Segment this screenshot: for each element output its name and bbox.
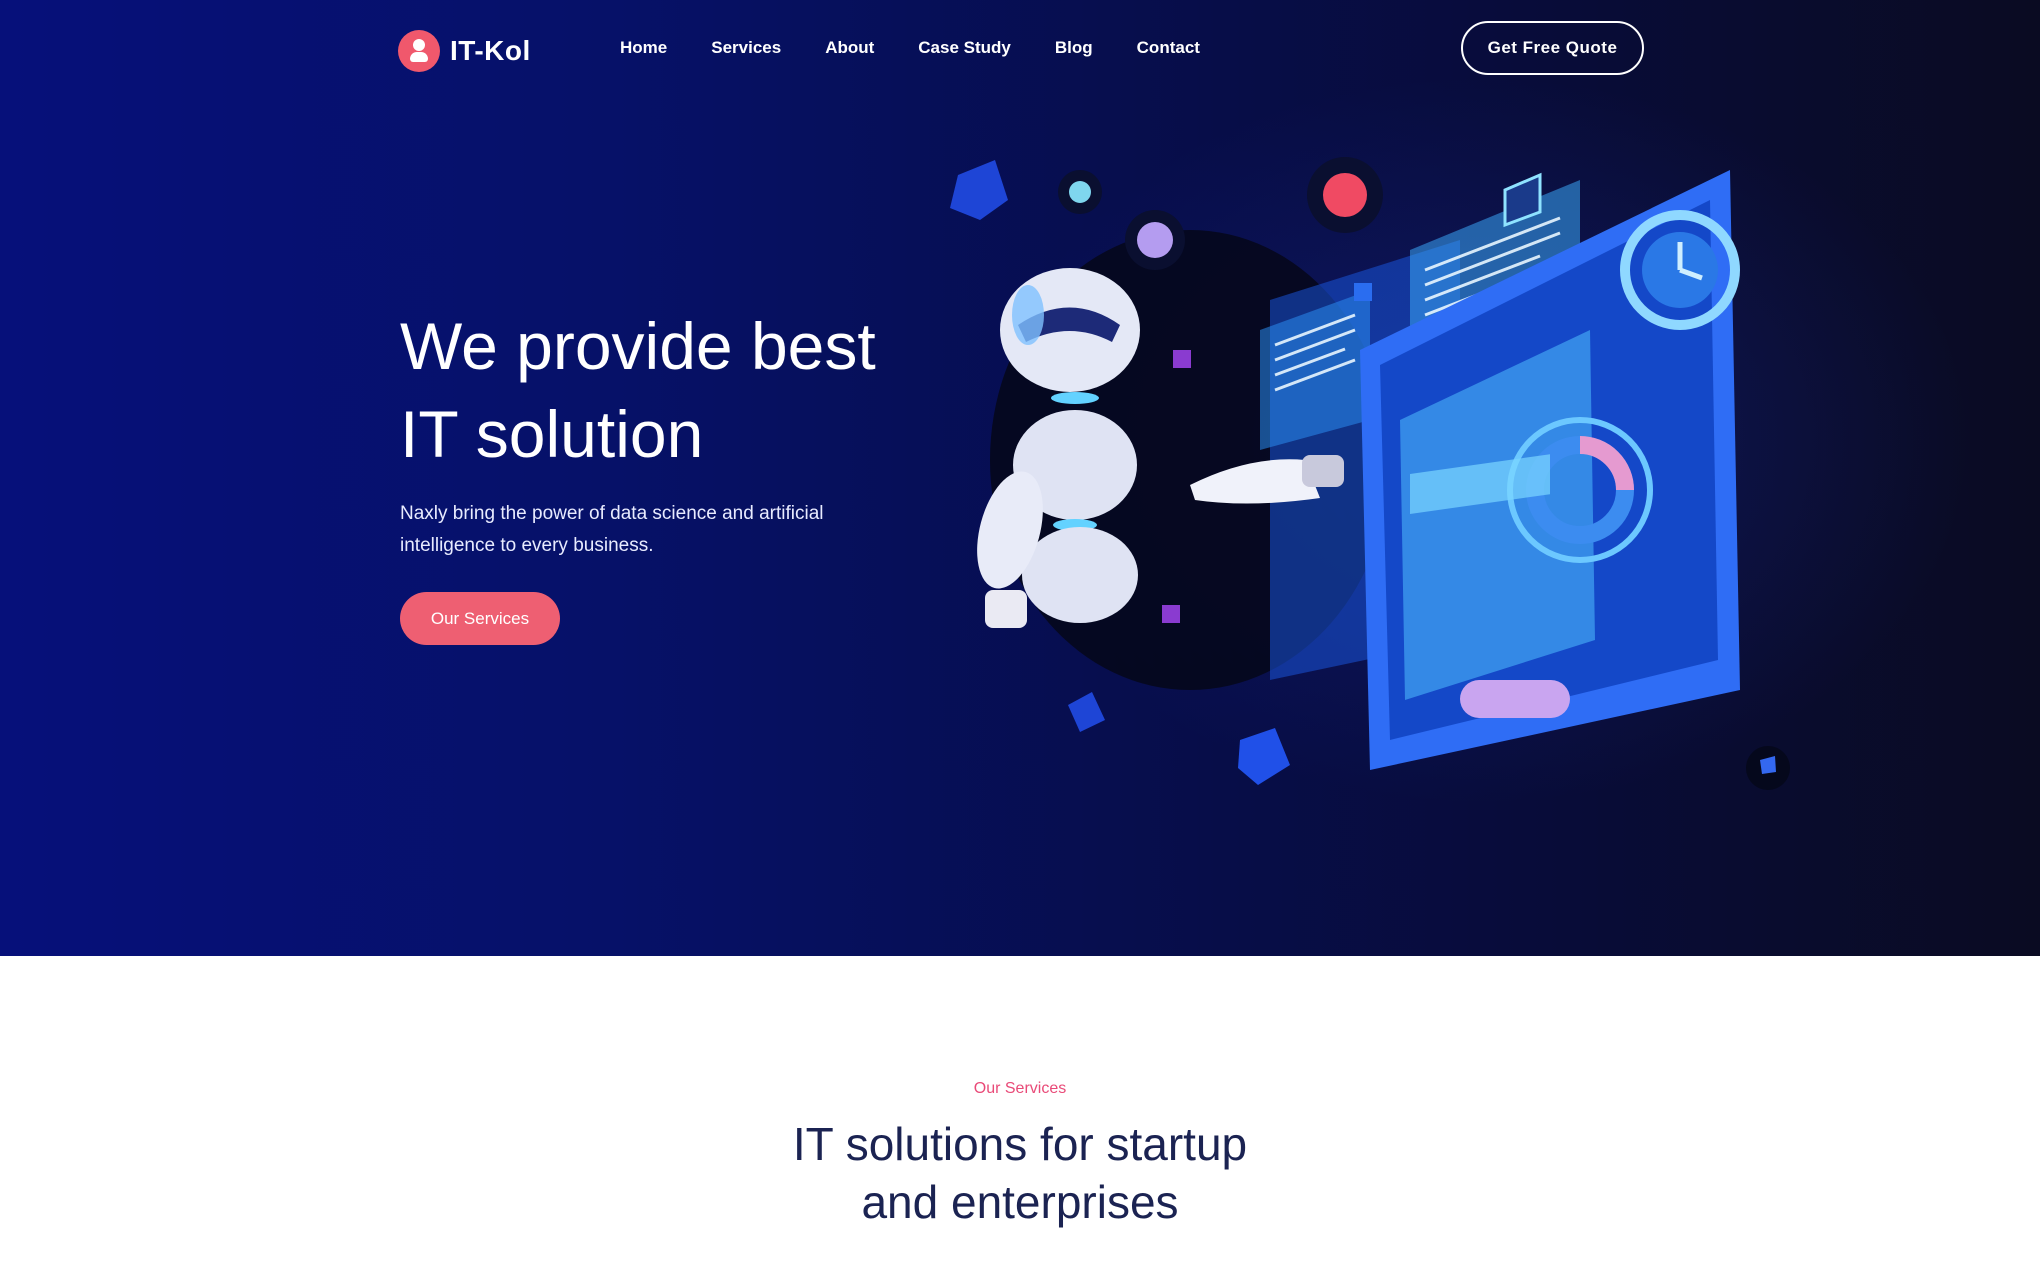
- nav-item-case-study[interactable]: Case Study: [918, 38, 1011, 58]
- brand-name: IT-Kol: [450, 35, 531, 66]
- purple-orb-core: [1137, 222, 1173, 258]
- logo[interactable]: IT-Kol: [398, 30, 531, 72]
- x-badge-icon-lower: [1162, 605, 1180, 623]
- top-navigation: IT-Kol Home Services About Case Study Bl…: [0, 0, 2040, 100]
- section-tag: Our Services: [973, 1080, 1067, 1097]
- x-badge-icon: [1173, 350, 1191, 368]
- blue-cube-small: [1068, 692, 1105, 732]
- pink-orb-core: [1323, 173, 1367, 217]
- nav-item-home[interactable]: Home: [620, 38, 667, 58]
- hero-subtitle-line-2: intelligence to every business.: [400, 535, 654, 556]
- nav-item-blog[interactable]: Blog: [1055, 38, 1093, 58]
- blue-cube-bottom: [1238, 728, 1290, 785]
- pill-button-widget: [1460, 680, 1570, 718]
- teal-orb-core: [1069, 181, 1091, 203]
- nav-item-about[interactable]: About: [825, 38, 874, 58]
- main-menu: Home Services About Case Study Blog Cont…: [620, 38, 1244, 58]
- logo-mark-icon: [398, 30, 440, 72]
- hero-section: IT-Kol Home Services About Case Study Bl…: [0, 0, 2040, 956]
- hero-title-line-1: We provide best: [400, 309, 876, 383]
- hero-title-line-2: IT solution: [400, 397, 704, 471]
- blue-cube: [950, 160, 1008, 220]
- section-title: IT solutions for startup and enterprises: [0, 1115, 2040, 1231]
- nav-item-services[interactable]: Services: [711, 38, 781, 58]
- plus-badge-icon: [1354, 283, 1372, 301]
- hero-subtitle: Naxly bring the power of data science an…: [400, 498, 920, 562]
- robot-neck-light: [1051, 392, 1099, 404]
- nav-item-contact[interactable]: Contact: [1137, 38, 1200, 58]
- section-title-line-1: IT solutions for startup: [792, 1118, 1248, 1170]
- hero-subtitle-line-1: Naxly bring the power of data science an…: [400, 503, 824, 524]
- get-free-quote-button[interactable]: Get Free Quote: [1461, 21, 1644, 75]
- robot-lower-body: [1022, 527, 1138, 623]
- robot-dashboard-illustration: [950, 157, 1790, 790]
- hero-title: We provide best IT solution: [400, 302, 960, 478]
- section-title-line-2: and enterprises: [861, 1176, 1179, 1228]
- our-services-button[interactable]: Our Services: [400, 592, 560, 645]
